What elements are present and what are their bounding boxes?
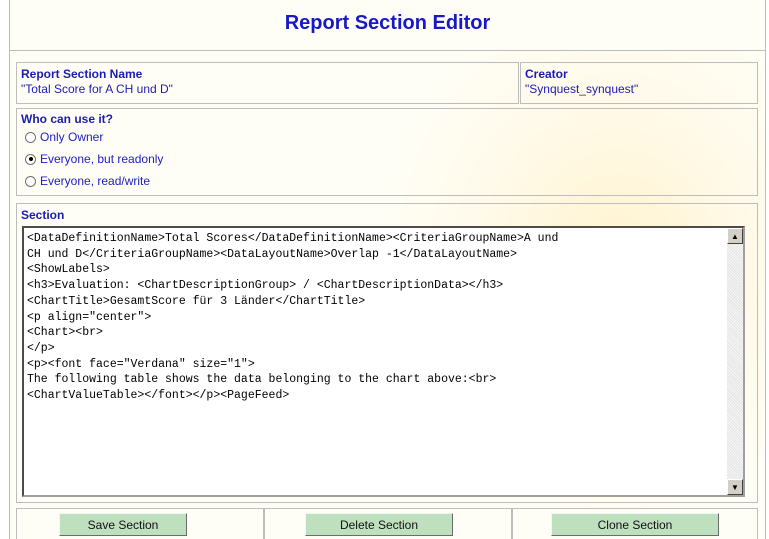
creator-label: Creator (525, 67, 568, 81)
access-option-everyone-readwrite[interactable]: Everyone, read/write (21, 170, 757, 192)
radio-everyone-readwrite[interactable] (25, 175, 36, 187)
report-section-name-box: Report Section Name "Total Score for A C… (16, 62, 519, 104)
report-section-name-value: "Total Score for A CH und D" (21, 82, 173, 96)
access-option-everyone-readonly[interactable]: Everyone, but readonly (21, 148, 757, 170)
radio-everyone-readonly[interactable] (25, 153, 36, 165)
access-option-label: Only Owner (40, 130, 104, 144)
creator-box: Creator "Synquest_synquest" (520, 62, 758, 104)
save-section-button[interactable]: Save Section (59, 513, 187, 536)
clone-cell: Clone Section (512, 508, 758, 539)
report-section-name-label: Report Section Name (21, 67, 143, 81)
delete-cell: Delete Section (264, 508, 512, 539)
page-title: Report Section Editor (284, 12, 491, 34)
scroll-up-arrow-icon[interactable]: ▲ (727, 228, 743, 244)
creator-value: "Synquest_synquest" (525, 82, 639, 96)
clone-section-button[interactable]: Clone Section (551, 513, 719, 536)
editor-frame: Report Section Editor Report Section Nam… (9, 0, 766, 539)
section-editor[interactable]: <DataDefinitionName>Total Scores</DataDe… (22, 226, 745, 497)
access-box: Who can use it? Only Owner Everyone, but… (16, 108, 758, 196)
editor-scrollbar[interactable]: ▲ ▼ (727, 228, 743, 495)
radio-only-owner[interactable] (25, 131, 36, 143)
title-bar: Report Section Editor (10, 0, 765, 51)
section-textarea[interactable]: <DataDefinitionName>Total Scores</DataDe… (27, 231, 727, 493)
scroll-down-arrow-icon[interactable]: ▼ (727, 479, 743, 495)
access-option-label: Everyone, read/write (40, 174, 151, 188)
delete-section-button[interactable]: Delete Section (305, 513, 453, 536)
section-label: Section (21, 208, 65, 222)
access-label: Who can use it? (21, 112, 114, 126)
save-cell: Save Section (16, 508, 264, 539)
access-option-only-owner[interactable]: Only Owner (21, 126, 757, 148)
access-option-label: Everyone, but readonly (40, 152, 164, 166)
